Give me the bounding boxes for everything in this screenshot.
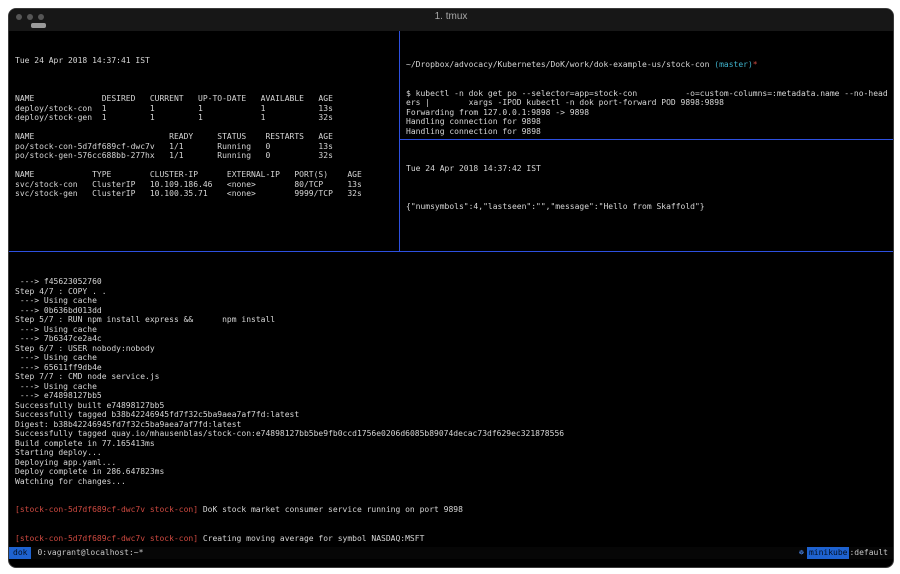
watch-timestamp: Tue 24 Apr 2018 14:37:41 IST [15,56,397,66]
port-forward-output: $ kubectl -n dok get po --selector=app=s… [406,89,891,138]
service-json-output: {"numsymbols":4,"lastseen":"","message":… [406,193,891,212]
git-branch: (master) [714,60,753,69]
pod-log-message: DoK stock market consumer service runnin… [198,505,463,514]
kubernetes-helm-icon: ☸ [799,547,807,559]
zoom-window-button[interactable] [38,14,44,20]
pod-log-prefix: [stock-con-5d7df689cf-dwc7v stock-con] [15,505,198,514]
pane-divider-horizontal-main[interactable] [9,251,893,252]
pane-port-forward[interactable]: ~/Dropbox/advocacy/Kubernetes/DoK/work/d… [406,41,891,137]
pane-divider-vertical[interactable] [399,31,400,251]
pane-kubectl-watch[interactable]: Tue 24 Apr 2018 14:37:41 IST NAME DESIRE… [15,37,397,249]
minimize-window-button[interactable] [27,14,33,20]
pane-skaffold[interactable]: ---> f45623052760 Step 4/7 : COPY . . --… [15,258,891,546]
shell-cwd-line: ~/Dropbox/advocacy/Kubernetes/DoK/work/d… [406,60,891,70]
pod-log-prefix: [stock-con-5d7df689cf-dwc7v stock-con] [15,534,198,543]
git-dirty-marker: * [753,60,758,69]
window-titlebar[interactable]: 1. tmux [9,9,893,31]
terminal-window: 1. tmux Tue 24 Apr 2018 14:37:41 IST NAM… [8,8,894,568]
kube-context: minikube [807,547,850,559]
cwd-path: ~/Dropbox/advocacy/Kubernetes/DoK/work/d… [406,60,714,69]
skaffold-build-output: ---> f45623052760 Step 4/7 : COPY . . --… [15,277,891,486]
pane-divider-horizontal-right[interactable] [400,139,893,140]
pane-service-response[interactable]: Tue 24 Apr 2018 14:37:42 IST {"numsymbol… [406,145,891,249]
kube-namespace: :default [849,547,893,559]
pod-log-line: [stock-con-5d7df689cf-dwc7v stock-con]Do… [15,505,891,515]
close-window-button[interactable] [16,14,22,20]
titlebar-accessory [31,23,46,28]
tmux-status-bar: dok 0:vagrant@localhost:~* ☸ minikube :d… [9,547,893,559]
window-list-item[interactable]: 0:vagrant@localhost:~* [31,547,143,559]
kubectl-resources-output: NAME DESIRED CURRENT UP-TO-DATE AVAILABL… [15,85,397,199]
pod-log-line: [stock-con-5d7df689cf-dwc7v stock-con]Cr… [15,534,891,544]
kube-status: ☸ minikube :default [799,547,893,559]
session-name-badge[interactable]: dok [9,547,31,559]
pod-log-message: Creating moving average for symbol NASDA… [198,534,424,543]
window-controls [16,14,44,20]
response-timestamp: Tue 24 Apr 2018 14:37:42 IST [406,164,891,174]
window-title: 1. tmux [9,9,893,25]
